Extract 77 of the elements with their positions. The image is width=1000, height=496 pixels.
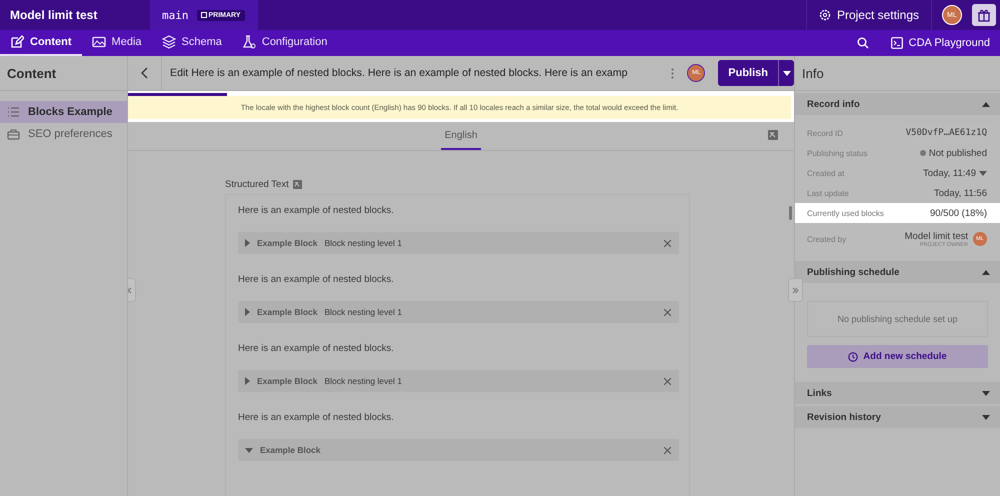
info-label: Record ID [807, 128, 844, 138]
list-icon [7, 106, 20, 118]
expand-panel-button[interactable] [788, 278, 803, 302]
creator-name: Model limit test [904, 230, 968, 242]
sidebar-item[interactable]: Blocks Example [0, 101, 127, 123]
layers-icon [162, 35, 176, 49]
block-type: Example Block [257, 376, 318, 386]
collapse-caret-icon [982, 102, 990, 106]
briefcase-icon [7, 128, 20, 140]
paragraph: Here is an example of nested blocks. [238, 274, 395, 285]
info-label: Publishing status [807, 148, 868, 158]
date-dropdown[interactable]: Today, 11:49 [923, 168, 987, 178]
info-value: 90/500 (18%) [930, 208, 987, 218]
close-icon[interactable] [664, 446, 671, 454]
project-name: Model limit test [9, 8, 98, 22]
caret-right-icon [245, 239, 250, 247]
caret-icon [979, 170, 987, 176]
terminal-icon [890, 37, 903, 49]
record-title: Edit Here is an example of nested blocks. Here is an example of nested blocks. Here is an examp [169, 67, 629, 79]
clock-icon [848, 352, 858, 362]
caret-right-icon [245, 377, 250, 385]
collapse-caret-icon [982, 270, 990, 274]
double-chevron-right-icon [792, 286, 799, 294]
info-label: Currently used blocks [807, 208, 884, 218]
nav-tab[interactable]: Content [0, 30, 82, 56]
gift-icon[interactable] [972, 4, 996, 26]
locale-tab[interactable]: English [440, 122, 482, 150]
info-label: Last update [807, 188, 849, 198]
status-value: Not published [920, 148, 987, 158]
info-label: Created by [807, 234, 846, 244]
publish-options-button[interactable] [778, 60, 794, 86]
paragraph: Here is an example of nested blocks. [238, 343, 395, 354]
field-label: Structured Text [225, 179, 289, 190]
close-icon[interactable] [664, 308, 671, 316]
scrollbar[interactable] [789, 206, 792, 220]
record-id: V50DvfP…AE61z1Q [906, 128, 987, 138]
info-label: Created at [807, 168, 844, 178]
nav-tab[interactable]: Configuration [232, 30, 338, 56]
panel-title: Info [795, 56, 1000, 91]
sidebar-title: Content [0, 56, 127, 91]
image-icon [92, 35, 106, 49]
publish-button[interactable]: Publish [718, 60, 778, 86]
nav-tab[interactable]: Media [82, 30, 152, 56]
block-type: Example Block [260, 445, 320, 455]
cda-playground-link[interactable]: CDA Playground [880, 30, 1000, 56]
section-header[interactable]: Publishing schedule [795, 261, 1000, 283]
caret-icon [782, 70, 790, 76]
section-header[interactable]: Record info [795, 93, 1000, 115]
block-header[interactable]: Example Block [238, 439, 679, 461]
caret-right-icon [245, 308, 250, 316]
block-subtitle: Block nesting level 1 [324, 238, 402, 248]
block-type: Example Block [257, 307, 318, 317]
sidebar-item[interactable]: SEO preferences [0, 123, 127, 145]
block-header[interactable]: Example Block Block nesting level 1 [238, 301, 679, 323]
block-header[interactable]: Example Block Block nesting level 1 [238, 370, 679, 392]
back-icon [141, 67, 148, 79]
close-icon[interactable] [664, 240, 671, 246]
expand-caret-icon [982, 414, 990, 420]
block-subtitle: Block nesting level 1 [324, 376, 402, 386]
settings-icon [818, 9, 831, 21]
empty-state-text: No publishing schedule set up [807, 301, 988, 337]
block-subtitle: Block nesting level 1 [324, 307, 402, 317]
block-header[interactable]: Example Block Block nesting level 1 [238, 232, 679, 254]
paragraph: Here is an example of nested blocks. [238, 205, 395, 216]
close-icon[interactable] [664, 378, 671, 384]
section-header[interactable]: Revision history [795, 406, 1000, 428]
nav-tab[interactable]: Schema [152, 30, 232, 56]
block-type: Example Block [257, 238, 318, 248]
expand-caret-icon [982, 390, 990, 396]
caret-down-icon [245, 448, 253, 452]
flask-icon [242, 35, 256, 49]
status-dot-icon [920, 150, 926, 156]
paragraph: Here is an example of nested blocks. [238, 412, 395, 423]
edit-icon [10, 35, 24, 49]
section-header[interactable]: Links [795, 382, 1000, 404]
info-value: Today, 11:56 [934, 188, 987, 198]
add-schedule-button[interactable]: Add new schedule [807, 345, 988, 368]
